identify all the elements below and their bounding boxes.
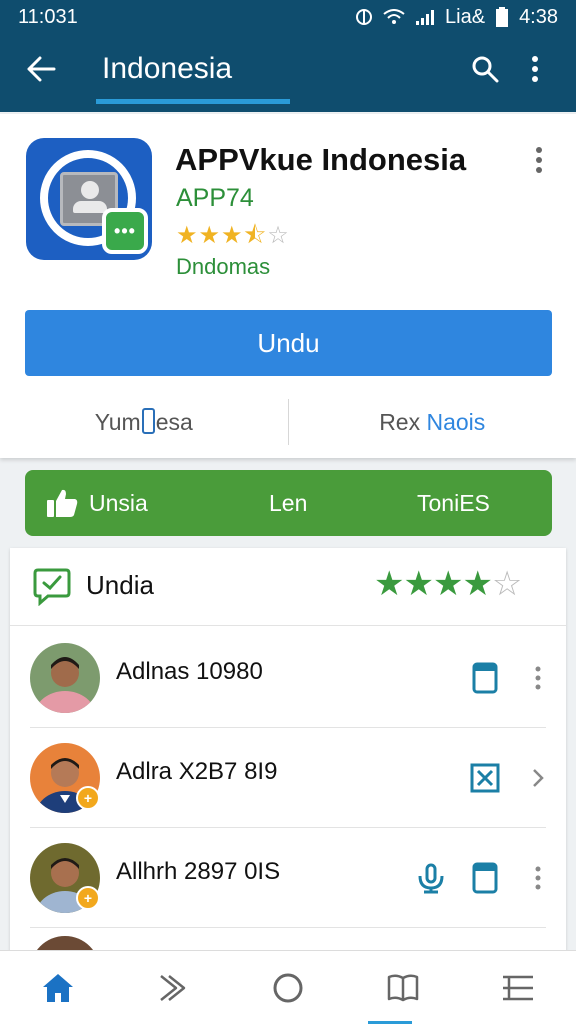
book-icon: [387, 973, 419, 1001]
green-bar-item-3[interactable]: ToniES: [417, 490, 490, 517]
active-tab-indicator: [96, 99, 290, 104]
back-button[interactable]: [16, 44, 66, 94]
nav-home[interactable]: [0, 951, 115, 1024]
list-item-name: Allhrh 2897 0IS: [116, 858, 281, 885]
install-button[interactable]: Undu: [25, 310, 552, 376]
status-icons: Lia& 4:38: [355, 6, 558, 29]
document-button[interactable]: [470, 860, 500, 896]
arrow-left-icon: [27, 56, 56, 82]
circle-icon: [273, 973, 303, 1002]
reviews-list-card: Undia ★★★★☆ Adlnas 10980 + Adlra X2B7 8I…: [10, 548, 566, 952]
item-more-button[interactable]: [526, 660, 550, 696]
more-vertical-icon: [532, 56, 538, 82]
search-icon: [472, 56, 499, 83]
avatar: [30, 643, 100, 713]
right-action-suffix: Naois: [426, 408, 486, 435]
chevron-right-icon: [533, 769, 544, 787]
wifi-icon: [383, 9, 405, 25]
search-button[interactable]: [460, 44, 510, 94]
green-bar-label-2: Len: [269, 489, 308, 516]
app-detail-card: ••• APPVkue Indonesia APP74 ★★★⯪☆ Dndoma…: [0, 114, 576, 458]
document-icon: [472, 862, 498, 894]
chat-check-icon: [33, 568, 71, 606]
microphone-button[interactable]: [416, 860, 446, 896]
app-developer: Dndomas: [176, 254, 271, 279]
list-title: Undia: [86, 570, 154, 600]
verified-badge-icon: +: [76, 886, 100, 910]
list-header: Undia ★★★★☆: [10, 548, 566, 626]
item-more-button[interactable]: [526, 860, 550, 896]
forward-icon: [160, 974, 186, 1001]
more-vertical-icon: [536, 147, 542, 173]
more-vertical-icon: [535, 666, 541, 690]
list-item-name: Adlnas 10980: [116, 658, 263, 685]
more-vertical-icon: [535, 866, 541, 890]
bottom-navigation: [0, 950, 576, 1024]
page-title: Indonesia: [102, 52, 233, 85]
signal-icon: [415, 9, 435, 25]
thumbs-up-icon: [47, 489, 78, 517]
green-action-bar: Unsia Len ToniES: [25, 470, 552, 536]
right-action[interactable]: Rex Naois: [289, 409, 576, 436]
app-more-button[interactable]: [524, 142, 554, 178]
app-name: APPVkue Indonesia: [175, 142, 467, 177]
nav-book[interactable]: [346, 951, 461, 1024]
home-icon: [42, 973, 73, 1002]
secondary-actions: Yum esa Rex Naois: [0, 394, 576, 450]
left-action-prefix: Yum: [94, 409, 141, 435]
status-time: 11:031: [18, 5, 78, 28]
app-bar: Indonesia: [0, 34, 576, 104]
list-item[interactable]: Adlnas 10980: [30, 628, 546, 728]
carrier-label: Lia&: [445, 5, 486, 28]
item-chevron-button[interactable]: [526, 760, 550, 796]
nav-forward[interactable]: [115, 951, 230, 1024]
app-rating-stars: ★★★⯪☆: [176, 222, 290, 249]
close-box-button[interactable]: [470, 760, 500, 796]
app-subtitle: APP74: [176, 184, 254, 212]
document-button[interactable]: [470, 660, 500, 696]
green-bar-item-1[interactable]: Unsia: [45, 487, 148, 519]
close-box-icon: [470, 763, 500, 793]
top-app-header: 11:031 Lia& 4:38 Indonesia: [0, 0, 576, 112]
nav-circle[interactable]: [230, 951, 345, 1024]
document-icon: [472, 662, 498, 694]
status-bar: 11:031 Lia& 4:38: [0, 0, 576, 34]
right-action-prefix: Rex: [379, 408, 427, 435]
overflow-menu-button[interactable]: [510, 44, 560, 94]
phone-icon: [141, 408, 155, 434]
green-bar-label-1: Unsia: [89, 489, 148, 516]
do-not-disturb-icon: [355, 8, 373, 26]
left-action[interactable]: Yum esa: [0, 408, 288, 436]
green-bar-item-2[interactable]: Len: [269, 490, 307, 517]
list-icon: [503, 975, 534, 1000]
microphone-icon: [418, 863, 444, 894]
list-rating-stars: ★★★★☆: [374, 565, 522, 603]
list-item[interactable]: + Allhrh 2897 0IS: [30, 828, 546, 928]
verified-badge-icon: +: [76, 786, 100, 810]
list-item[interactable]: + Adlra X2B7 8I9: [30, 728, 546, 828]
nav-list[interactable]: [461, 951, 576, 1024]
left-action-suffix: esa: [155, 409, 193, 435]
status-clock: 4:38: [519, 5, 558, 28]
list-item-name: Adlra X2B7 8I9: [116, 758, 278, 785]
app-logo-icon: •••: [26, 138, 152, 260]
green-bar-label-3: ToniES: [417, 489, 490, 516]
battery-icon: [495, 7, 509, 27]
